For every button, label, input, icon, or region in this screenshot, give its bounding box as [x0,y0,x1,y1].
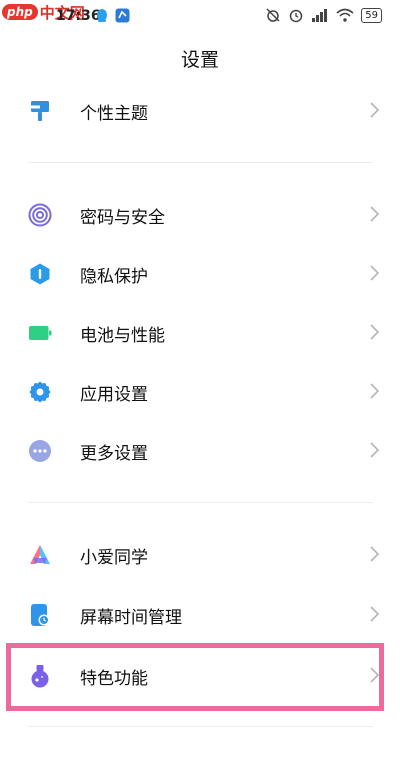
settings-item-label: 电池与性能 [80,326,165,346]
chevron-right-icon [370,442,380,458]
status-bar: php 中文网 17:36 59 [0,0,400,36]
settings-item-app-settings[interactable]: 应用设置 [0,363,400,421]
more-dots-icon [29,440,51,462]
alarm-clock-icon [290,9,303,23]
status-time: 17:36 [56,8,101,24]
section-divider [28,162,373,163]
gear-icon [29,381,51,403]
section-divider [28,502,373,503]
paintbrush-icon [31,101,49,121]
chevron-right-icon [370,324,380,340]
battery-icon [29,326,52,340]
watermark-php: php [2,4,38,20]
settings-item-theme[interactable]: 个性主题 [0,82,400,140]
section-divider [28,726,373,727]
settings-item-battery-performance[interactable]: 电池与性能 [0,304,400,362]
settings-item-label: 隐私保护 [80,267,148,287]
chevron-right-icon [370,606,380,622]
highlight-box [6,643,384,711]
chevron-right-icon [370,383,380,399]
chevron-right-icon [370,206,380,222]
chevron-right-icon [370,265,380,281]
settings-item-more-settings[interactable]: 更多设置 [0,422,400,480]
fingerprint-icon [28,203,52,227]
chevron-right-icon [370,102,380,118]
alarm-off-icon [266,8,280,22]
xiaoai-icon [30,545,50,564]
screen-time-icon [31,604,50,626]
settings-item-label: 更多设置 [80,444,148,464]
chevron-right-icon [370,546,380,562]
settings-item-label: 密码与安全 [80,208,165,228]
privacy-shield-icon [30,263,50,285]
qq-icon [97,9,107,22]
signal-icon [312,9,328,22]
wifi-icon [336,8,354,22]
settings-item-label: 个性主题 [80,104,148,124]
settings-item-label: 小爱同学 [80,548,148,568]
battery-indicator: 59 [361,7,382,23]
settings-item-xiaoai[interactable]: 小爱同学 [0,526,400,584]
settings-item-label: 屏幕时间管理 [80,608,182,628]
settings-item-screen-time[interactable]: 屏幕时间管理 [0,586,400,644]
settings-item-label: 应用设置 [80,385,148,405]
page-title: 设置 [180,49,219,71]
settings-item-password-security[interactable]: 密码与安全 [0,186,400,244]
settings-item-privacy[interactable]: 隐私保护 [0,245,400,303]
app-notification-icon [115,8,130,23]
